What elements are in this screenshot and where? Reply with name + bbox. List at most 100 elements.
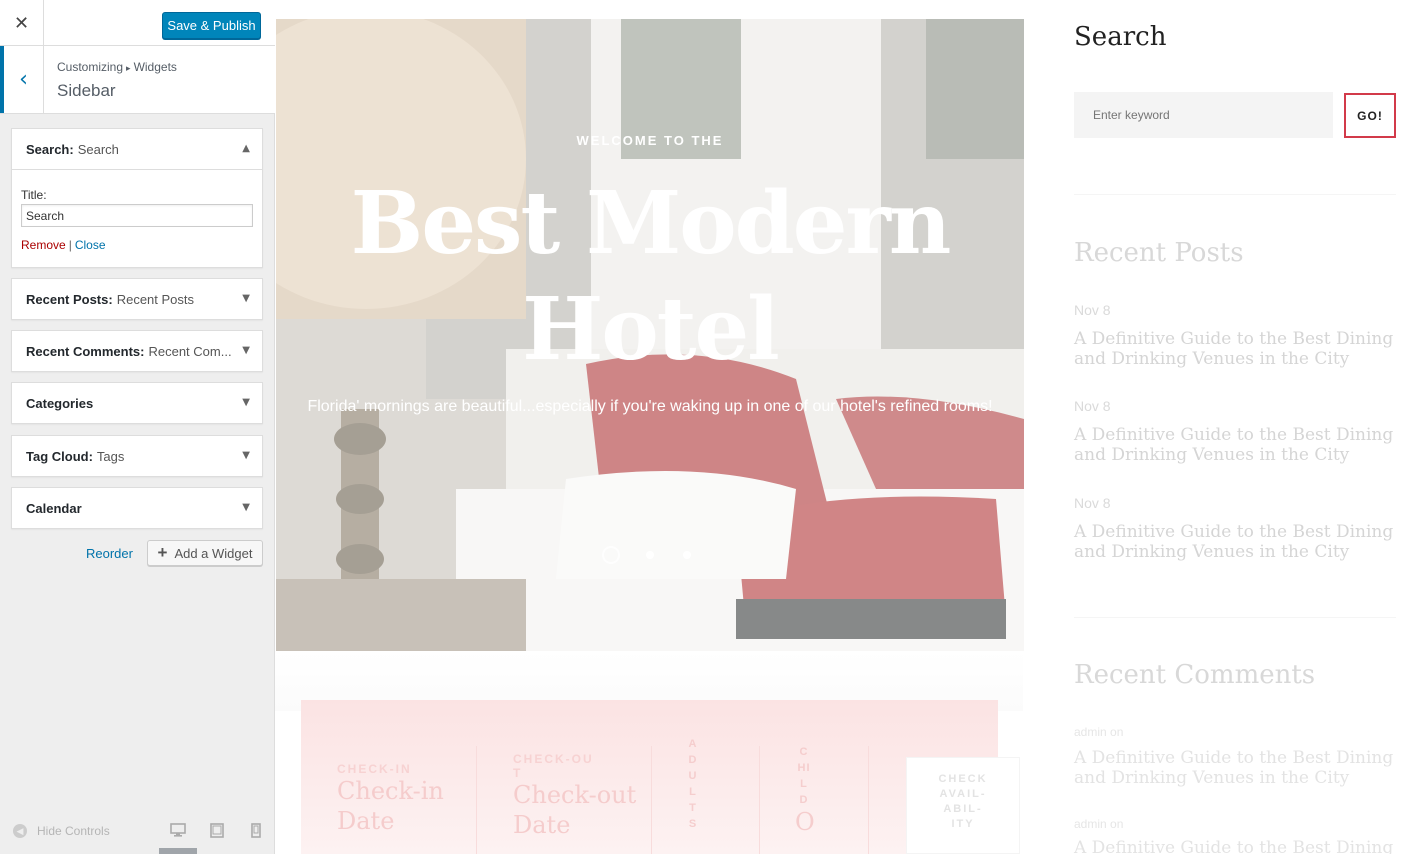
child-letter: L [800, 778, 808, 790]
comment-meta: admin on [1074, 725, 1124, 739]
child-field[interactable]: C HI L D O [795, 744, 815, 834]
widget-recent-posts[interactable]: Recent Posts: Recent Posts ▼ [11, 278, 263, 320]
checkin-label: CHECK-IN [337, 762, 412, 776]
post-date: Nov 8 [1074, 398, 1111, 414]
close-icon[interactable]: ✕ [0, 0, 44, 46]
slide-dot-3[interactable] [683, 551, 691, 559]
close-link[interactable]: Close [75, 238, 106, 252]
search-input[interactable] [1074, 92, 1333, 138]
widget-type: Calendar [26, 500, 82, 516]
customizer-footer: ◀ Hide Controls [0, 816, 275, 854]
back-arrow-icon[interactable]: ‹ [0, 46, 44, 113]
hide-controls-label: Hide Controls [37, 824, 110, 838]
check-line: AVAIL- [939, 788, 987, 800]
adults-field[interactable]: A D U L T S [686, 736, 700, 832]
widget-name: Recent Com... [148, 343, 232, 359]
widget-recent-posts-header[interactable]: Recent Posts: Recent Posts ▼ [12, 279, 262, 319]
remove-link[interactable]: Remove [21, 238, 66, 252]
title-input[interactable] [21, 204, 253, 227]
search-go-button[interactable]: GO! [1344, 93, 1396, 138]
breadcrumb-root: Customizing [57, 60, 124, 74]
search-widget-heading: Search [1074, 22, 1167, 52]
widget-categories-header[interactable]: Categories ▼ [12, 383, 262, 423]
post-title-link[interactable]: A Definitive Guide to the Best Dining an… [1074, 522, 1396, 562]
reorder-link[interactable]: Reorder [86, 546, 133, 561]
expand-arrow-icon[interactable]: ▼ [242, 293, 250, 304]
slide-dot-2[interactable] [646, 551, 654, 559]
add-widget-button[interactable]: + Add a Widget [147, 540, 263, 566]
widget-search-form: Title: Remove|Close [12, 169, 262, 267]
widget-categories[interactable]: Categories ▼ [11, 382, 263, 424]
widget-name: Tags [96, 448, 125, 464]
collapse-arrow-icon[interactable]: ▲ [242, 143, 250, 154]
active-device-indicator [159, 848, 197, 854]
hide-controls-button[interactable]: ◀ Hide Controls [13, 824, 110, 838]
expand-arrow-icon[interactable]: ▼ [242, 502, 250, 513]
widget-type: Recent Posts: [26, 291, 113, 307]
booking-divider [651, 746, 652, 854]
checkin-value: Check-in Date [337, 776, 444, 836]
widget-name: Search [77, 141, 119, 157]
child-letter: C [799, 746, 809, 758]
widget-calendar-header[interactable]: Calendar ▼ [12, 488, 262, 528]
booking-form: CHECK-IN Check-in Date CHECK-OU T Check-… [301, 700, 1020, 854]
recent-comments-heading: Recent Comments [1074, 660, 1316, 690]
save-publish-button[interactable]: Save & Publish [162, 12, 261, 39]
adults-letter: S [688, 818, 698, 830]
widget-type: Tag Cloud: [26, 448, 93, 464]
expand-arrow-icon[interactable]: ▼ [242, 345, 250, 356]
booking-divider [868, 746, 869, 854]
booking-divider [476, 746, 477, 854]
check-line: ITY [951, 818, 975, 830]
collapse-circle-icon: ◀ [13, 824, 27, 838]
expand-arrow-icon[interactable]: ▼ [242, 397, 250, 408]
site-preview: WELCOME TO THE Best Modern Hotel Florida… [275, 0, 1419, 854]
checkin-value-line-2: Date [337, 807, 395, 835]
checkout-field[interactable]: CHECK-OU T Check-out Date [513, 752, 636, 840]
widget-type: Recent Comments: [26, 343, 145, 359]
widget-tag-cloud[interactable]: Tag Cloud: Tags ▼ [11, 435, 263, 477]
sidebar-divider [1074, 194, 1396, 195]
slide-dot-1[interactable] [602, 546, 620, 564]
checkin-field[interactable]: CHECK-IN Check-in Date [337, 762, 444, 836]
checkin-value-line-1: Check-in [337, 777, 444, 805]
check-availability-button[interactable]: CHECK AVAIL- ABIL- ITY [906, 757, 1020, 854]
section-header: ‹ Customizing ▸ Widgets Sidebar [0, 46, 275, 114]
hero-slider: WELCOME TO THE Best Modern Hotel Florida… [276, 19, 1024, 651]
section-title: Sidebar [57, 81, 116, 100]
sidebar-divider [1074, 617, 1396, 618]
comment-post-link[interactable]: A Definitive Guide to the Best Dining an… [1074, 838, 1396, 854]
add-widget-label: Add a Widget [174, 545, 253, 561]
recent-posts-heading: Recent Posts [1074, 238, 1244, 268]
adults-letter: D [688, 754, 698, 766]
widget-recent-comments-header[interactable]: Recent Comments: Recent Com... ▼ [12, 331, 262, 371]
slider-pagination [276, 546, 1024, 566]
widget-tag-cloud-header[interactable]: Tag Cloud: Tags ▼ [12, 436, 262, 476]
adults-letter: U [688, 770, 698, 782]
post-title-link[interactable]: A Definitive Guide to the Best Dining an… [1074, 329, 1396, 369]
hero-title-line-1: Best Modern [350, 173, 952, 274]
mobile-preview-icon[interactable] [248, 823, 264, 838]
comment-post-link[interactable]: A Definitive Guide to the Best Dining an… [1074, 748, 1396, 788]
checkout-value: Check-out Date [513, 780, 636, 840]
customizer-panel: ✕ Save & Publish ‹ Customizing ▸ Widgets S… [0, 0, 275, 854]
adults-letter: L [689, 786, 697, 798]
widget-calendar[interactable]: Calendar ▼ [11, 487, 263, 529]
desktop-preview-icon[interactable] [170, 823, 186, 838]
tablet-preview-icon[interactable] [209, 823, 225, 838]
checkout-label-1: CHECK-OU [513, 752, 594, 766]
checkout-value-line-1: Check-out [513, 781, 637, 809]
widget-recent-comments[interactable]: Recent Comments: Recent Com... ▼ [11, 330, 263, 372]
comment-meta: admin on [1074, 817, 1124, 831]
expand-arrow-icon[interactable]: ▼ [242, 450, 250, 461]
widget-type: Search: [26, 141, 74, 157]
widget-search: Search: Search ▲ Title: Remove|Close [11, 128, 263, 268]
child-letter: D [799, 794, 809, 806]
adults-letter: T [689, 802, 697, 814]
widget-actions: Remove | Close [21, 238, 253, 252]
post-title-link[interactable]: A Definitive Guide to the Best Dining an… [1074, 425, 1396, 465]
widget-search-header[interactable]: Search: Search ▲ [12, 129, 262, 169]
check-line: ABIL- [943, 803, 983, 815]
title-label: Title: [21, 188, 47, 202]
plus-icon: + [157, 543, 168, 562]
